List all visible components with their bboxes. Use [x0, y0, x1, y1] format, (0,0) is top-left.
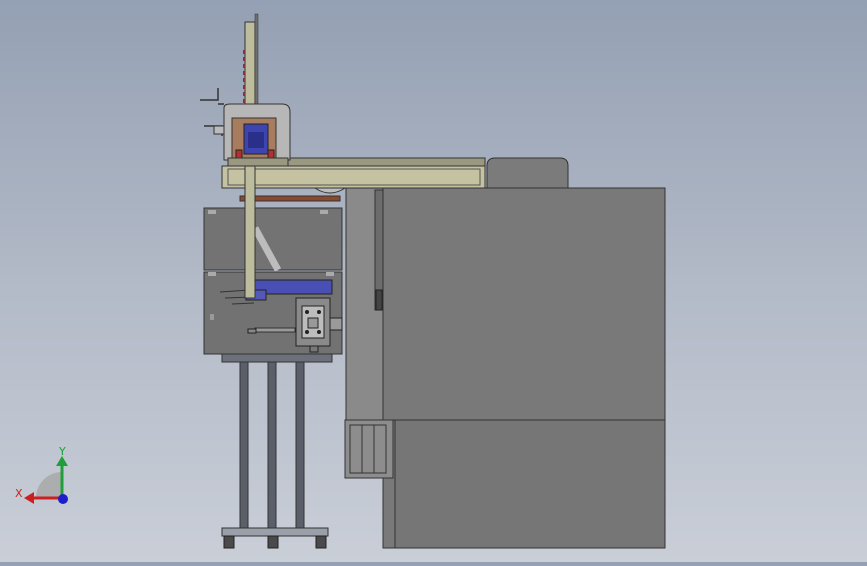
stand-legs	[221, 353, 333, 549]
main-cabinet	[382, 187, 666, 549]
z-axis-dot	[58, 494, 68, 504]
top-cover	[486, 157, 569, 189]
cad-viewport[interactable]: Y X	[0, 0, 867, 562]
coordinate-triad: Y X	[15, 445, 68, 504]
x-axis-label: X	[15, 487, 23, 500]
assembly-drawing: Y X	[15, 13, 666, 549]
upper-enclosure	[203, 207, 343, 272]
y-axis-label: Y	[58, 445, 66, 458]
triad-plane	[36, 472, 62, 498]
